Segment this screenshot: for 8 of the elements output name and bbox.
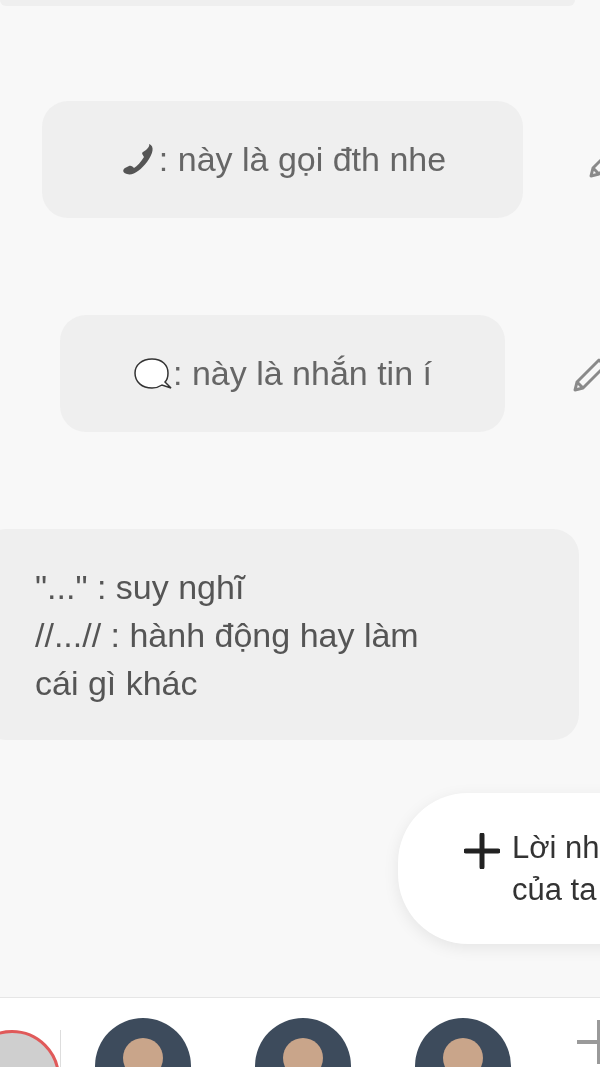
add-note-button[interactable]: Lời nh của ta xyxy=(398,793,600,944)
button-label: của ta xyxy=(512,870,598,909)
button-label: Lời nh xyxy=(512,828,600,867)
message-text: : này là gọi đth nhe xyxy=(158,139,447,180)
speech-bubble-icon xyxy=(133,356,173,391)
message-text: "..." : suy nghĩ //...// : hành động hay làm cái gì khác xyxy=(35,566,419,704)
message-text: : này là nhắn tin í xyxy=(173,353,432,394)
plus-icon xyxy=(464,833,500,869)
